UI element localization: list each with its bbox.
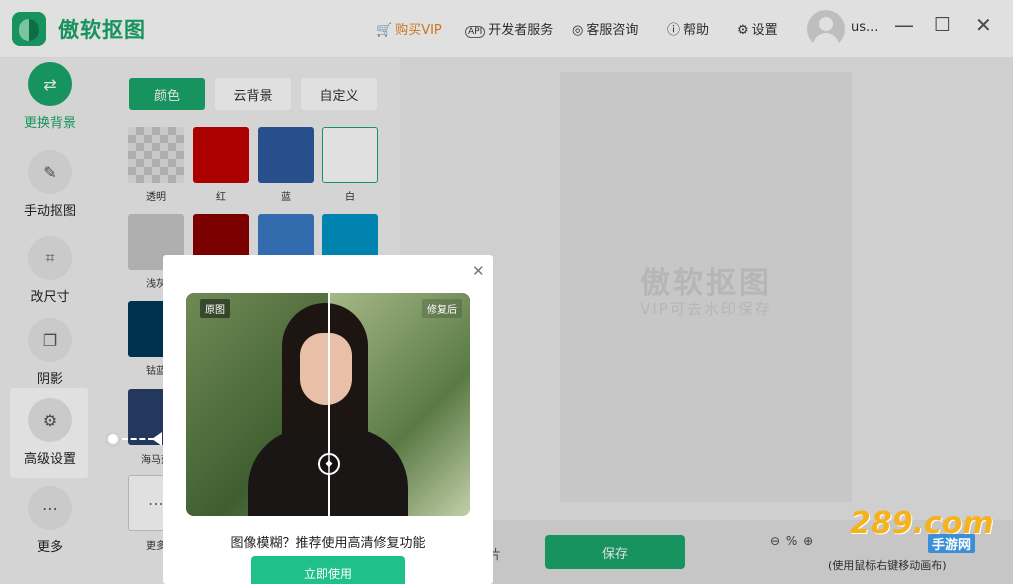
tag-after: 修复后: [422, 299, 462, 318]
compare-handle-icon[interactable]: ◆: [318, 453, 340, 475]
use-now-button[interactable]: 立即使用: [251, 556, 405, 584]
site-watermark-sub: 手游网: [928, 534, 976, 553]
compare-divider: [328, 293, 330, 516]
modal-overlay: [0, 0, 1013, 584]
tag-before: 原图: [200, 299, 230, 318]
before-after-preview[interactable]: ◆ 原图 修复后: [186, 293, 470, 516]
popup-close-icon[interactable]: ✕: [472, 262, 485, 280]
tour-pointer-line: [122, 438, 154, 440]
popup-message: 图像模糊？推荐使用高清修复功能: [230, 536, 426, 551]
portrait-face: [300, 333, 352, 405]
tour-arrow-icon: [152, 432, 162, 446]
tour-pointer-icon: [105, 431, 121, 447]
